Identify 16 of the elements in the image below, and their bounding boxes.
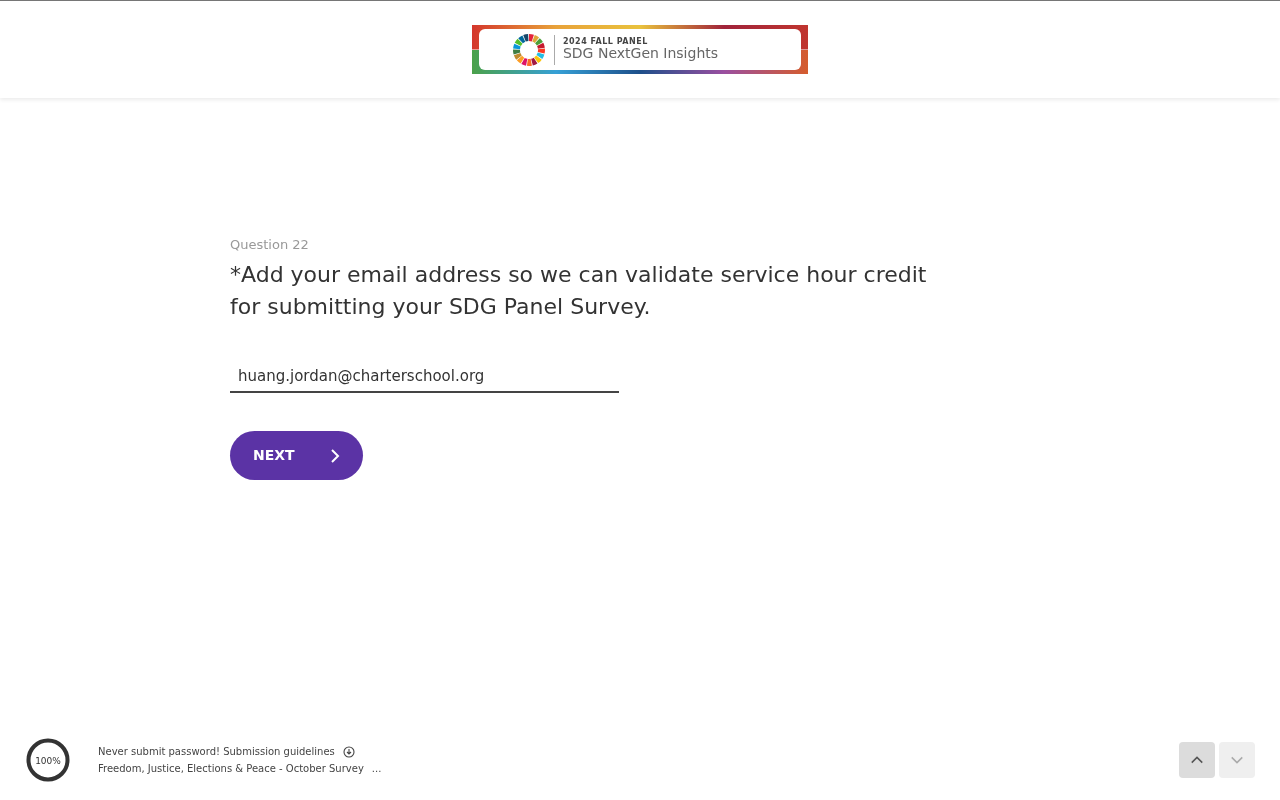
download-icon[interactable] — [342, 745, 355, 758]
wheel-logo-icon — [511, 32, 546, 67]
next-button[interactable]: NEXT — [230, 431, 363, 480]
banner-title: SDG NextGen Insights — [562, 45, 719, 62]
scroll-up-button[interactable] — [1179, 742, 1215, 778]
chevron-right-icon — [330, 448, 340, 463]
question-text: *Add your email address so we can validate service hour credit for submitting your SDG Panel Survey. — [230, 260, 928, 321]
answer-field[interactable]: huang.jordan@charterschool.org — [230, 360, 619, 393]
chevron-down-icon — [1230, 755, 1244, 765]
banner-eyebrow: 2024 FALL PANEL — [562, 37, 649, 46]
notice-text: Never submit password! Submission guidelines — [98, 745, 335, 759]
progress-ring: 100% — [26, 738, 70, 782]
survey-title: Freedom, Justice, Elections & Peace - October Survey — [98, 762, 364, 776]
chevron-up-icon — [1190, 755, 1204, 765]
more-link[interactable]: ... — [371, 760, 382, 777]
question-number: Question 22 — [230, 236, 310, 254]
